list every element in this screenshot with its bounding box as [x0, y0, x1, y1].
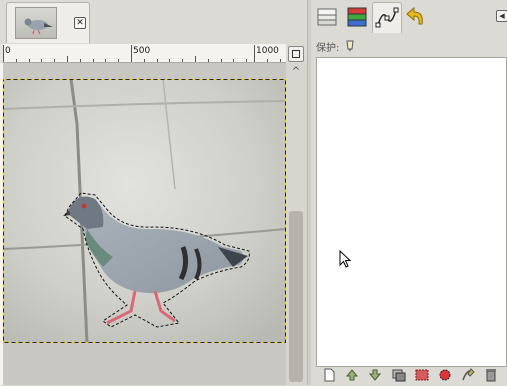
layers-tab[interactable] [313, 2, 341, 32]
ruler-label-0: 0 [5, 46, 11, 56]
path-to-selection-icon[interactable] [414, 367, 430, 383]
vertical-scrollbar[interactable]: ^ [286, 63, 307, 385]
image-tab-bar: ✕ [0, 0, 307, 44]
channels-icon [347, 7, 367, 27]
ruler-tick [118, 59, 119, 62]
lock-row: 保护: [315, 37, 505, 55]
paths-dock: ◀ 保护: [311, 0, 507, 385]
ruler-tick [80, 59, 81, 62]
raise-path-icon[interactable] [344, 367, 360, 383]
ruler-tick [169, 59, 170, 62]
ruler-tick [144, 59, 145, 62]
ruler-tick [131, 45, 132, 62]
mouse-cursor [339, 250, 352, 268]
undo-history-icon [406, 6, 423, 25]
ruler-tick [54, 59, 55, 62]
scrollbar-thumb[interactable] [289, 211, 303, 382]
new-path-icon[interactable] [321, 367, 337, 383]
duplicate-path-icon[interactable] [391, 367, 407, 383]
brush-lock-icon[interactable] [343, 37, 357, 53]
delete-path-icon[interactable] [483, 367, 499, 383]
ruler-tick [208, 59, 209, 62]
dock-menu-icon[interactable]: ◀ [496, 10, 507, 22]
paths-icon [375, 7, 399, 28]
ruler-tick [267, 59, 268, 62]
pigeon-thumbnail [15, 7, 57, 39]
paths-button-bar [315, 366, 505, 385]
selection-to-path-icon[interactable] [437, 367, 453, 383]
ruler-tick [246, 59, 247, 62]
ruler-label-1000: 1000 [256, 46, 279, 56]
ruler-tick [93, 59, 94, 62]
ruler-label-500: 500 [133, 46, 151, 56]
undo-history-tab[interactable] [402, 2, 430, 32]
layers-icon [317, 8, 337, 26]
ruler-tick [221, 59, 222, 62]
paths-list[interactable] [316, 57, 507, 367]
image-tab[interactable]: ✕ [6, 2, 90, 43]
channels-tab[interactable] [343, 2, 371, 32]
horizontal-ruler[interactable]: 0 500 1000 [3, 44, 286, 63]
ruler-tick [67, 56, 68, 62]
ruler-tick [182, 59, 183, 62]
chevron-up-icon[interactable]: ^ [290, 66, 302, 78]
ruler-tick [29, 59, 30, 62]
ruler-tick [254, 45, 255, 62]
lock-label: 保护: [316, 43, 340, 54]
ruler-tick [195, 56, 196, 62]
paint-along-path-icon[interactable] [460, 367, 476, 383]
ruler-tick [41, 59, 42, 62]
image-canvas[interactable] [2, 78, 287, 344]
ruler-tick [105, 59, 106, 62]
close-icon[interactable]: ✕ [74, 17, 86, 29]
ruler-tick [3, 45, 4, 62]
navigate-icon[interactable] [288, 46, 304, 62]
paths-tab[interactable] [372, 2, 402, 33]
ruler-tick [157, 59, 158, 62]
lower-path-icon[interactable] [367, 367, 383, 383]
ruler-tick [280, 59, 281, 62]
ruler-tick [233, 59, 234, 62]
ruler-tick [16, 59, 17, 62]
